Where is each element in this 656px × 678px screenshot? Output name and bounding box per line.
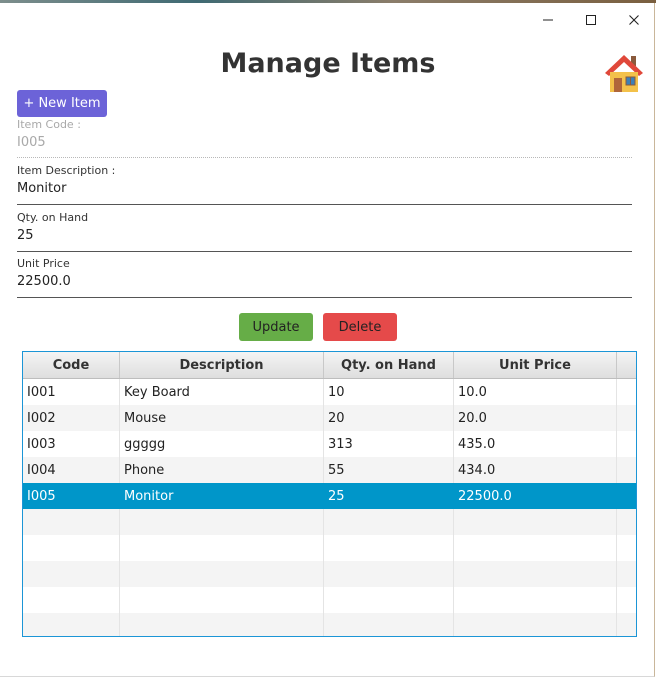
empty-table-row[interactable] xyxy=(23,509,636,535)
cell-description xyxy=(120,535,324,561)
page-title: Manage Items xyxy=(220,48,436,79)
cell-code: I004 xyxy=(23,457,120,483)
qty-label: Qty. on Hand xyxy=(17,211,89,224)
empty-table-row[interactable] xyxy=(23,535,636,561)
table-row[interactable]: I003 ggggg 313 435.0 xyxy=(23,431,636,457)
cell-code: I005 xyxy=(23,483,120,509)
column-header-unit-price[interactable]: Unit Price xyxy=(454,352,617,378)
empty-table-row[interactable] xyxy=(23,587,636,613)
cell-qty xyxy=(324,535,454,561)
cell-filler xyxy=(617,587,636,613)
cell-description: ggggg xyxy=(120,431,324,457)
item-code-label: Item Code : xyxy=(17,118,81,131)
maximize-icon[interactable] xyxy=(581,10,601,30)
cell-description xyxy=(120,561,324,587)
cell-description: Monitor xyxy=(120,483,324,509)
column-header-qty[interactable]: Qty. on Hand xyxy=(324,352,454,378)
window-top-edge xyxy=(0,0,656,3)
empty-table-row[interactable] xyxy=(23,613,636,636)
column-header-code[interactable]: Code xyxy=(23,352,120,378)
column-header-description[interactable]: Description xyxy=(120,352,324,378)
cell-code xyxy=(23,561,120,587)
column-header-filler xyxy=(617,352,636,378)
cell-unit-price: 20.0 xyxy=(454,405,617,431)
cell-unit-price xyxy=(454,587,617,613)
cell-qty: 10 xyxy=(324,379,454,405)
cell-description xyxy=(120,613,324,636)
qty-value[interactable]: 25 xyxy=(17,228,632,243)
cell-code xyxy=(23,509,120,535)
close-icon[interactable] xyxy=(624,10,644,30)
cell-code xyxy=(23,535,120,561)
cell-unit-price xyxy=(454,535,617,561)
cell-filler xyxy=(617,509,636,535)
unit-price-label: Unit Price xyxy=(17,257,70,270)
cell-qty: 55 xyxy=(324,457,454,483)
new-item-button[interactable]: + New Item xyxy=(17,90,107,117)
cell-unit-price: 22500.0 xyxy=(454,483,617,509)
cell-qty xyxy=(324,509,454,535)
item-description-label: Item Description : xyxy=(17,164,116,177)
unit-price-underline xyxy=(17,297,632,298)
delete-button[interactable]: Delete xyxy=(323,313,397,341)
cell-qty: 25 xyxy=(324,483,454,509)
unit-price-field[interactable]: Unit Price 22500.0 xyxy=(17,257,632,298)
cell-filler xyxy=(617,379,636,405)
item-code-underline xyxy=(17,157,632,158)
cell-description xyxy=(120,587,324,613)
cell-code: I001 xyxy=(23,379,120,405)
cell-description: Phone xyxy=(120,457,324,483)
cell-unit-price: 10.0 xyxy=(454,379,617,405)
cell-qty: 20 xyxy=(324,405,454,431)
cell-filler xyxy=(617,405,636,431)
cell-filler xyxy=(617,535,636,561)
cell-filler xyxy=(617,613,636,636)
items-table[interactable]: Code Description Qty. on Hand Unit Price… xyxy=(22,351,637,637)
cell-code xyxy=(23,613,120,636)
cell-description xyxy=(120,509,324,535)
item-description-value[interactable]: Monitor xyxy=(17,181,632,196)
cell-filler xyxy=(617,431,636,457)
cell-qty xyxy=(324,561,454,587)
cell-qty xyxy=(324,587,454,613)
table-row[interactable]: I005 Monitor 25 22500.0 xyxy=(23,483,636,509)
update-button[interactable]: Update xyxy=(239,313,313,341)
cell-unit-price: 435.0 xyxy=(454,431,617,457)
item-description-field[interactable]: Item Description : Monitor xyxy=(17,164,632,205)
cell-unit-price xyxy=(454,613,617,636)
cell-description: Mouse xyxy=(120,405,324,431)
cell-description: Key Board xyxy=(120,379,324,405)
table-row[interactable]: I004 Phone 55 434.0 xyxy=(23,457,636,483)
cell-code xyxy=(23,587,120,613)
cell-qty xyxy=(324,613,454,636)
item-description-underline xyxy=(17,204,632,205)
table-header: Code Description Qty. on Hand Unit Price xyxy=(23,352,636,379)
qty-underline xyxy=(17,251,632,252)
cell-unit-price xyxy=(454,509,617,535)
cell-filler xyxy=(617,457,636,483)
minimize-icon[interactable] xyxy=(538,10,558,30)
table-row[interactable]: I002 Mouse 20 20.0 xyxy=(23,405,636,431)
cell-unit-price: 434.0 xyxy=(454,457,617,483)
item-code-value: I005 xyxy=(17,135,46,150)
home-icon[interactable] xyxy=(603,52,645,94)
table-row[interactable]: I001 Key Board 10 10.0 xyxy=(23,379,636,405)
main-window: Manage Items + New Item Item Code : I005… xyxy=(0,0,656,677)
cell-code: I003 xyxy=(23,431,120,457)
qty-field[interactable]: Qty. on Hand 25 xyxy=(17,211,632,252)
item-code-field: Item Code : I005 xyxy=(17,118,632,158)
cell-qty: 313 xyxy=(324,431,454,457)
cell-filler xyxy=(617,483,636,509)
cell-unit-price xyxy=(454,561,617,587)
empty-table-row[interactable] xyxy=(23,561,636,587)
cell-filler xyxy=(617,561,636,587)
unit-price-value[interactable]: 22500.0 xyxy=(17,274,632,289)
cell-code: I002 xyxy=(23,405,120,431)
